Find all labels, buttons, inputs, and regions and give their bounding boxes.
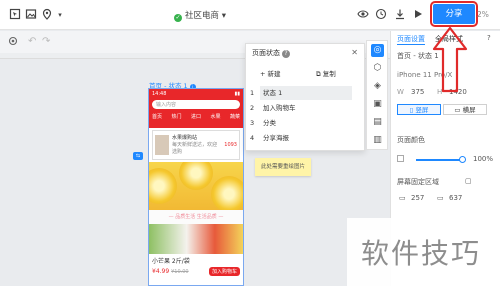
help-icon[interactable]: ? xyxy=(282,50,290,58)
panel-title: 页面状态? xyxy=(252,48,290,58)
phone-header: 输入内容 首页 热门 进口 水果 蔬菜 xyxy=(149,98,243,128)
watermark: 软件技巧 xyxy=(347,218,500,286)
image-icon[interactable]: ▣ xyxy=(371,98,384,111)
width-field[interactable]: 375 xyxy=(411,88,424,96)
phone-promo-card[interactable]: 水果爆购站 每天新鲜送达，欢迎选购 1093 xyxy=(152,130,240,160)
help-icon[interactable]: ? xyxy=(487,34,491,42)
share-button[interactable]: 分享 xyxy=(430,1,478,27)
portrait-toggle[interactable]: ▯ 竖屏 xyxy=(397,104,441,115)
shield-icon[interactable]: ⬡ xyxy=(371,62,384,75)
chevron-down-icon[interactable]: ▾ xyxy=(53,8,67,22)
redo-icon[interactable]: ↷ xyxy=(42,36,50,47)
project-title[interactable]: ✓ 社区电商 ▾ xyxy=(174,9,226,22)
phone-banner: — 品质生活 生活品质 — xyxy=(149,210,243,224)
product-name: 小芒果 2斤/袋 xyxy=(152,258,190,265)
promo-image xyxy=(155,135,169,155)
phone-nav-item[interactable]: 进口 xyxy=(191,113,201,120)
panel-icon[interactable]: ▥ xyxy=(371,134,384,147)
color-checkbox[interactable] xyxy=(397,155,406,163)
bg-color-label: 页面颜色 xyxy=(397,136,425,144)
copy-state-button[interactable]: ⧉ 复制 xyxy=(316,68,336,79)
product-price-row: ¥4.99 ¥10.00 加入购物车 xyxy=(149,267,243,276)
state-row[interactable]: 1 状态 1 xyxy=(250,86,362,100)
bottom-area-icon: ▭ xyxy=(437,194,444,202)
image-tool-icon[interactable] xyxy=(24,8,38,22)
target-icon[interactable]: ◎ xyxy=(371,44,384,57)
new-state-button[interactable]: + 新建 xyxy=(260,68,281,78)
fruit-image xyxy=(149,224,243,254)
phone-nav-item[interactable]: 水果 xyxy=(210,113,220,120)
page-state-panel: 页面状态? ✕ + 新建 ⧉ 复制 1 状态 1 2 加入购物车 3 分类 4 分享海报 xyxy=(245,43,365,151)
location-pin-icon[interactable] xyxy=(40,8,54,22)
zoom-level[interactable]: 2% xyxy=(477,10,489,19)
landscape-icon: ▭ xyxy=(454,106,461,114)
battery-icon: ▮▮ xyxy=(234,91,240,97)
state-row[interactable]: 4 分享海报 xyxy=(250,131,362,145)
opacity-slider-knob[interactable] xyxy=(459,156,466,163)
chevron-down-icon: ▾ xyxy=(221,11,226,21)
lock-icon[interactable]: ▢ xyxy=(465,177,472,185)
state-row[interactable]: 3 分类 xyxy=(250,116,362,130)
annotation-arrow-icon xyxy=(432,26,468,93)
phone-artboard[interactable]: 14:48 ▮▮ 输入内容 首页 热门 进口 水果 蔬菜 水果爆购站 每天新鲜送达… xyxy=(148,88,244,286)
settings-icon[interactable] xyxy=(8,36,18,49)
lemon-image xyxy=(149,162,243,210)
opacity-value: 100% xyxy=(473,155,494,163)
opacity-slider[interactable] xyxy=(416,159,461,161)
top-area-icon: ▭ xyxy=(399,194,406,202)
undo-icon[interactable]: ↶ xyxy=(28,36,36,47)
top-toolbar: ▾ ✓ 社区电商 ▾ 分享 2% xyxy=(0,0,500,30)
phone-nav-item[interactable]: 首页 xyxy=(152,113,162,120)
sticky-note[interactable]: 此处需要重绘图片 xyxy=(255,158,311,176)
phone-nav-item[interactable]: 蔬菜 xyxy=(230,113,240,120)
play-icon[interactable] xyxy=(411,8,425,22)
add-to-cart-button[interactable]: 加入购物车 xyxy=(208,267,240,276)
history-icon[interactable] xyxy=(374,8,388,22)
download-icon[interactable] xyxy=(393,8,407,22)
select-tool-icon[interactable] xyxy=(8,8,22,22)
safe-top-field[interactable]: 257 xyxy=(411,194,424,202)
state-row[interactable]: 2 加入购物车 xyxy=(250,101,362,115)
safe-area-label: 屏幕固定区域 xyxy=(397,178,439,186)
close-icon[interactable]: ✕ xyxy=(351,48,358,57)
phone-nav: 首页 热门 进口 水果 蔬菜 xyxy=(152,113,240,120)
document-icon[interactable]: ▤ xyxy=(371,116,384,129)
tab-page-settings[interactable]: 页面设置 xyxy=(397,34,425,45)
copy-icon: ⧉ xyxy=(316,70,321,78)
portrait-icon: ▯ xyxy=(409,106,414,114)
link-handle[interactable]: ⇆ xyxy=(133,152,143,160)
check-circle-icon: ✓ xyxy=(174,14,182,22)
phone-status-bar: 14:48 ▮▮ xyxy=(149,89,243,98)
app-window: ▾ ✓ 社区电商 ▾ 分享 2% ↶ ↷ 首页 - 状态 1 i 14:48 ▮… xyxy=(0,0,500,286)
phone-nav-item[interactable]: 热门 xyxy=(171,113,181,120)
layers-icon[interactable]: ◈ xyxy=(371,80,384,93)
phone-search-input[interactable]: 输入内容 xyxy=(152,100,240,109)
landscape-toggle[interactable]: ▭ 横屏 xyxy=(443,104,487,115)
preview-icon[interactable] xyxy=(356,8,370,22)
side-icon-strip: ◎ ⬡ ◈ ▣ ▤ ▥ xyxy=(366,40,388,150)
safe-bottom-field[interactable]: 637 xyxy=(449,194,462,202)
